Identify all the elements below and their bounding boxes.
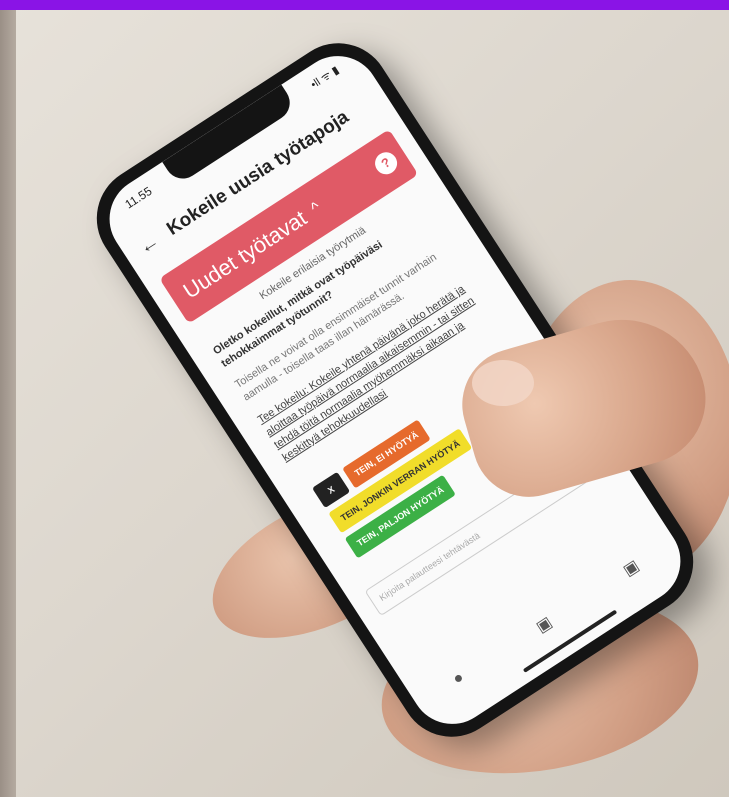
chevron-up-icon[interactable]: ^ [308,199,324,218]
top-purple-bar [0,0,729,10]
left-background-strip [0,10,16,797]
nav-gallery-icon[interactable]: ▣ [619,556,643,581]
status-time: 11.55 [122,183,155,212]
nav-tasks-icon[interactable]: ▣ [532,612,556,637]
help-icon[interactable]: ? [370,148,402,179]
nav-profile-icon[interactable]: ● [450,669,469,691]
status-icons: •ll ᯤ ▮ [308,64,342,92]
thumbnail-highlight [472,360,534,406]
back-arrow-icon[interactable]: ← [134,229,163,259]
